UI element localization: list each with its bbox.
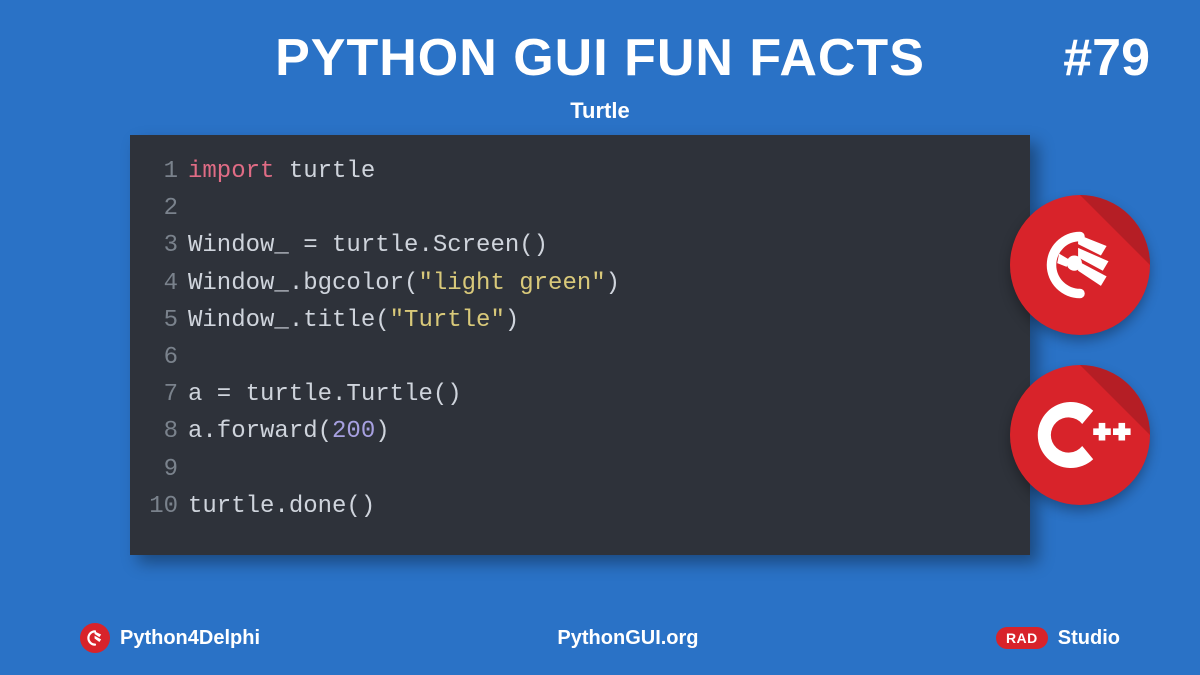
line-number: 9 xyxy=(148,451,188,488)
code-content: a.forward(200) xyxy=(188,413,390,450)
footer-center: PythonGUI.org xyxy=(557,627,698,650)
line-number: 6 xyxy=(148,339,188,376)
footer-right: RAD Studio xyxy=(996,627,1120,650)
code-content xyxy=(188,451,202,488)
footer: Python4Delphi PythonGUI.org RAD Studio xyxy=(0,623,1200,653)
side-logos xyxy=(1010,195,1150,505)
code-content xyxy=(188,190,202,227)
line-number: 8 xyxy=(148,413,188,450)
header: PYTHON GUI FUN FACTS xyxy=(0,28,1200,88)
code-content: a = turtle.Turtle() xyxy=(188,376,462,413)
page-title: PYTHON GUI FUN FACTS xyxy=(0,28,1200,88)
code-line: 3Window_ = turtle.Screen() xyxy=(148,227,1012,264)
line-number: 3 xyxy=(148,227,188,264)
footer-center-label: PythonGUI.org xyxy=(557,627,698,650)
code-line: 7a = turtle.Turtle() xyxy=(148,376,1012,413)
code-content: import turtle xyxy=(188,153,375,190)
line-number: 4 xyxy=(148,265,188,302)
code-content: Window_.bgcolor("light green") xyxy=(188,265,620,302)
subtitle: Turtle xyxy=(0,98,1200,124)
code-line: 9 xyxy=(148,451,1012,488)
footer-left-label: Python4Delphi xyxy=(120,627,260,650)
line-number: 1 xyxy=(148,153,188,190)
code-line: 1import turtle xyxy=(148,153,1012,190)
code-line: 5Window_.title("Turtle") xyxy=(148,302,1012,339)
fact-number: #79 xyxy=(1063,28,1150,88)
code-content: Window_.title("Turtle") xyxy=(188,302,519,339)
code-line: 8a.forward(200) xyxy=(148,413,1012,450)
code-line: 2 xyxy=(148,190,1012,227)
footer-right-label: Studio xyxy=(1058,627,1120,650)
line-number: 7 xyxy=(148,376,188,413)
footer-left: Python4Delphi xyxy=(80,623,260,653)
line-number: 10 xyxy=(148,488,188,525)
cpp-builder-logo-icon xyxy=(1010,365,1150,505)
code-line: 4Window_.bgcolor("light green") xyxy=(148,265,1012,302)
code-content: turtle.done() xyxy=(188,488,375,525)
delphi-small-icon xyxy=(80,623,110,653)
rad-badge: RAD xyxy=(996,627,1048,649)
code-line: 6 xyxy=(148,339,1012,376)
delphi-logo-icon xyxy=(1010,195,1150,335)
line-number: 5 xyxy=(148,302,188,339)
code-line: 10turtle.done() xyxy=(148,488,1012,525)
line-number: 2 xyxy=(148,190,188,227)
code-content: Window_ = turtle.Screen() xyxy=(188,227,548,264)
code-content xyxy=(188,339,202,376)
code-block: 1import turtle2 3Window_ = turtle.Screen… xyxy=(130,135,1030,555)
